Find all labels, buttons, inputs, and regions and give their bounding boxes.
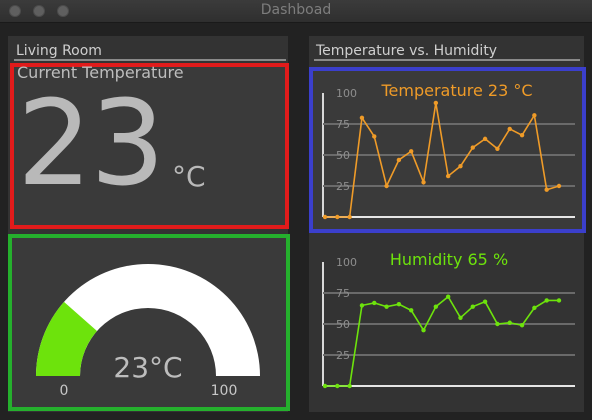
humidity-chart-data-point	[347, 383, 352, 389]
humidity-chart: Humidity 65 % 100 75 50 25	[322, 250, 575, 389]
temperature-chart-data-point	[335, 214, 340, 220]
humidity-chart-tick-label: 75	[336, 287, 350, 300]
humidity-chart-data-point	[482, 299, 488, 304]
temperature-chart-data-point	[322, 214, 328, 220]
temperature-chart-tick-label: 75	[336, 118, 350, 131]
temperature-chart-data-point	[519, 132, 525, 138]
temperature-chart-data-point	[458, 163, 463, 169]
temperature-gauge: 23°C 0 100	[36, 264, 260, 399]
temperature-chart-data-point	[544, 187, 549, 192]
temperature-chart-tick-label: 100	[336, 87, 357, 100]
temperature-chart-data-point	[384, 183, 389, 189]
current-temperature-unit: °C	[172, 160, 206, 193]
humidity-chart-data-point	[322, 383, 328, 389]
humidity-chart-series-line	[325, 295, 559, 387]
humidity-chart-data-point	[495, 321, 500, 327]
window-title: Dashboad	[260, 2, 332, 18]
temperature-chart-data-point	[482, 136, 488, 142]
living-room-title: Living Room	[16, 43, 102, 59]
humidity-chart-data-point	[556, 298, 562, 303]
temperature-chart-data-point	[421, 180, 426, 185]
humidity-chart-data-point	[421, 328, 426, 333]
temperature-chart-data-point	[347, 214, 352, 220]
temp-humidity-underline	[314, 59, 580, 61]
humidity-chart-data-point	[372, 300, 377, 306]
temperature-chart-data-point	[359, 115, 365, 120]
living-room-underline	[14, 59, 286, 61]
current-temperature-value: 23	[17, 74, 165, 212]
humidity-chart-title: Humidity 65 %	[390, 250, 508, 269]
temperature-chart-data-point	[409, 149, 414, 154]
temp-humidity-title: Temperature vs. Humidity	[316, 43, 498, 59]
temperature-chart-data-point	[445, 173, 451, 179]
temperature-chart-data-point	[470, 145, 475, 150]
humidity-chart-data-point	[335, 383, 340, 389]
dashboard-window: Dashboad Living Room Current Temperature…	[0, 0, 592, 420]
humidity-chart-data-point	[544, 298, 549, 303]
humidity-chart-tick-label: 25	[336, 349, 350, 362]
temperature-chart-data-point	[433, 100, 439, 106]
title-bar: Dashboad	[0, 0, 592, 23]
humidity-chart-data-point	[470, 304, 475, 309]
humidity-chart-data-point	[458, 315, 463, 320]
humidity-chart-data-point	[433, 304, 439, 309]
humidity-chart-data-point	[445, 294, 451, 299]
temperature-chart-series-line	[325, 102, 560, 218]
gauge-center-label: 23°C	[113, 351, 182, 384]
temperature-chart-data-point	[507, 126, 512, 132]
temperature-chart-data-point	[532, 113, 537, 118]
humidity-chart-data-point	[507, 320, 512, 325]
gauge-max-label: 100	[211, 383, 238, 399]
temperature-chart-data-point	[372, 134, 377, 139]
temperature-chart-title: Temperature 23 °C	[380, 81, 532, 100]
humidity-chart-data-point	[359, 303, 365, 308]
temperature-chart-tick-label: 25	[336, 180, 350, 193]
humidity-chart-data-point	[532, 305, 537, 311]
temperature-chart-data-point	[495, 146, 500, 151]
temperature-chart-tick-label: 50	[336, 149, 350, 162]
humidity-chart-data-point	[384, 304, 389, 309]
humidity-chart-tick-label: 50	[336, 318, 350, 331]
gauge-min-label: 0	[60, 383, 69, 399]
temperature-chart-data-point	[556, 183, 562, 189]
humidity-chart-data-point	[519, 323, 525, 328]
humidity-chart-data-point	[409, 308, 414, 313]
humidity-chart-tick-label: 100	[336, 256, 357, 269]
humidity-chart-data-point	[396, 301, 402, 307]
temperature-chart-data-point	[396, 157, 402, 163]
temperature-chart: Temperature 23 °C 100 75 50 25	[322, 81, 575, 220]
